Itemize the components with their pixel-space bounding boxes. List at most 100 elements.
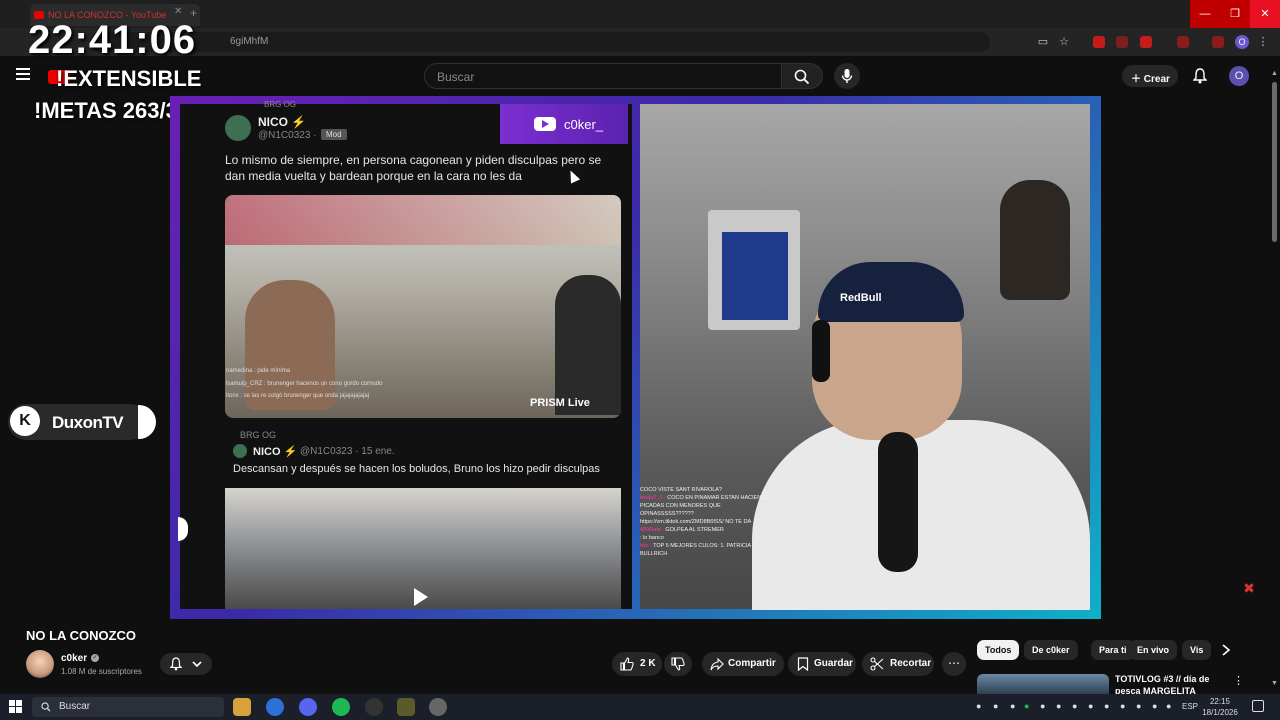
dislike-button[interactable] bbox=[664, 652, 692, 676]
discord-icon[interactable] bbox=[299, 698, 317, 716]
microphone-icon bbox=[841, 69, 853, 83]
voice-search-button[interactable] bbox=[834, 63, 860, 89]
share-icon bbox=[710, 657, 724, 671]
tray-icon[interactable]: ● bbox=[993, 701, 998, 711]
save-button[interactable]: Guardar bbox=[788, 652, 856, 676]
subscription-button[interactable] bbox=[160, 653, 212, 675]
widget-name: DuxonTV bbox=[52, 413, 124, 432]
window-minimize-button[interactable]: — bbox=[1190, 0, 1220, 28]
channel-name[interactable]: c0ker bbox=[61, 653, 87, 664]
hamburger-menu-icon[interactable] bbox=[16, 68, 30, 80]
file-explorer-icon[interactable] bbox=[233, 698, 251, 716]
spotify-icon[interactable] bbox=[332, 698, 350, 716]
create-button[interactable]: ＋ Crear bbox=[1122, 65, 1178, 87]
chevron-right-icon[interactable] bbox=[1221, 644, 1231, 656]
taskbar-search[interactable]: Buscar bbox=[32, 697, 224, 717]
chip-todos[interactable]: Todos bbox=[977, 640, 1020, 660]
widget-end-cap bbox=[138, 405, 156, 439]
channel-avatar[interactable] bbox=[26, 650, 54, 678]
chip-vistos[interactable]: Vis bbox=[1182, 640, 1212, 660]
tray-icon[interactable]: ● bbox=[1120, 701, 1125, 711]
notifications-bell-icon[interactable] bbox=[1192, 68, 1208, 84]
streamer-body bbox=[752, 420, 1090, 610]
verified-check-icon: ✓ bbox=[91, 654, 99, 662]
more-actions-button[interactable]: ⋯ bbox=[942, 652, 966, 676]
media-chat-line: ltonx : se las re colgó brunenger que on… bbox=[226, 393, 370, 399]
chat-line: https://vm.tiktok.com/ZMD8B6fSS/ NO TE D… bbox=[640, 518, 770, 526]
tray-icon[interactable]: ● bbox=[976, 701, 981, 711]
kebab-menu-icon[interactable]: ⋮ bbox=[1233, 674, 1244, 687]
app-icon[interactable] bbox=[397, 698, 415, 716]
search-input[interactable]: Buscar bbox=[424, 63, 782, 89]
network-icon[interactable]: ● bbox=[1136, 701, 1141, 711]
tab-close-icon[interactable]: ✕ bbox=[174, 6, 182, 17]
scrollbar-thumb[interactable] bbox=[1272, 82, 1277, 242]
tweet2-org-label: BRG OG bbox=[240, 430, 277, 440]
extension-icon[interactable] bbox=[1140, 36, 1152, 48]
extension-icon[interactable] bbox=[1116, 36, 1128, 48]
tweet-text: Lo mismo de siempre, en persona cagonean… bbox=[225, 153, 602, 183]
share-button[interactable]: Compartir bbox=[702, 652, 784, 676]
scroll-down-icon[interactable]: ▼ bbox=[1271, 680, 1278, 687]
language-indicator[interactable]: ESP bbox=[1182, 702, 1198, 711]
chip-en-vivo[interactable]: En vivo bbox=[1129, 640, 1178, 660]
account-avatar[interactable]: O bbox=[1229, 66, 1249, 86]
tweet2-text: Descansan y después se hacen los boludos… bbox=[233, 463, 600, 475]
tray-icon[interactable]: ● bbox=[1072, 701, 1077, 711]
media-roof bbox=[225, 195, 621, 245]
taskbar-clock[interactable]: 22:15 18/1/2026 bbox=[1200, 696, 1240, 718]
bookmark-star-icon[interactable]: ☆ bbox=[1057, 35, 1071, 49]
extension-icon[interactable] bbox=[1093, 36, 1105, 48]
window-close-button[interactable]: ✕ bbox=[1250, 0, 1280, 28]
tray-icon[interactable]: ● bbox=[1088, 701, 1093, 711]
extension-icon[interactable] bbox=[1212, 36, 1224, 48]
search-button[interactable] bbox=[781, 63, 823, 89]
plus-icon: ＋ bbox=[1131, 74, 1144, 85]
tray-icon[interactable]: ● bbox=[1104, 701, 1109, 711]
play-icon[interactable] bbox=[414, 588, 428, 606]
address-bar[interactable]: 6giMhfM bbox=[90, 32, 990, 52]
chip-de-c0ker[interactable]: De c0ker bbox=[1024, 640, 1078, 660]
chat-line: COCO VISTE SANT RIVAROLA? bbox=[640, 486, 770, 494]
tray-icon[interactable]: ● bbox=[1152, 701, 1157, 711]
media-chat-line: namedina : pide mínima bbox=[226, 368, 291, 374]
subscriber-count: 1.08 M de suscriptores bbox=[61, 667, 142, 676]
like-button[interactable]: 2 K bbox=[612, 652, 662, 676]
tray-icon[interactable]: ● bbox=[1056, 701, 1061, 711]
recommended-video-thumbnail[interactable] bbox=[977, 674, 1109, 694]
windows-start-icon[interactable] bbox=[9, 700, 22, 713]
cast-icon[interactable]: ▭ bbox=[1036, 35, 1050, 49]
notification-center-icon[interactable] bbox=[1252, 700, 1264, 712]
address-bar-text: 6giMhfM bbox=[230, 36, 269, 47]
tweet-org-label: BRG OG bbox=[264, 100, 297, 109]
chip-para-ti[interactable]: Para ti bbox=[1091, 640, 1135, 660]
extension-overlay-icon[interactable]: ✖ bbox=[1241, 580, 1257, 596]
tweet2-meta: @N1C0323 · 15 ene. bbox=[300, 446, 395, 457]
streamer-tag-label: c0ker_ bbox=[564, 117, 604, 132]
extension-icon[interactable] bbox=[1177, 36, 1189, 48]
prism-live-label: PRISM Live bbox=[530, 397, 590, 409]
microphone-tray-icon[interactable]: ● bbox=[1040, 701, 1045, 711]
app-icon[interactable] bbox=[429, 698, 447, 716]
recommendation-chips: Todos De c0ker Para ti En vivo Vis bbox=[976, 640, 1216, 662]
chat-line: 489Rafa : GOLPEA AL STREMER bbox=[640, 526, 770, 534]
obs-icon[interactable] bbox=[365, 698, 383, 716]
scroll-up-icon[interactable]: ▲ bbox=[1271, 70, 1278, 77]
like-count: 2 K bbox=[640, 658, 656, 669]
scissors-icon bbox=[870, 657, 884, 671]
chat-user: 489Rafa : bbox=[640, 527, 664, 533]
spotify-tray-icon[interactable]: ● bbox=[1024, 701, 1029, 711]
chat-line: : lo banco bbox=[640, 534, 770, 542]
browser-profile-avatar[interactable]: O bbox=[1235, 35, 1249, 49]
chat-message: https://vm.tiktok.com/ZMD8B6fSS/ NO TE D… bbox=[640, 519, 752, 525]
chat-user: lolo : bbox=[640, 543, 652, 549]
overlay-extensible: !EXTENSIBLE bbox=[56, 66, 202, 91]
tweet-avatar bbox=[225, 115, 251, 141]
volume-icon[interactable]: ● bbox=[1166, 701, 1171, 711]
chrome-icon[interactable] bbox=[266, 698, 284, 716]
thumbs-down-icon bbox=[671, 657, 685, 671]
tray-icon[interactable]: ● bbox=[1010, 701, 1015, 711]
window-maximize-button[interactable]: ❐ bbox=[1220, 0, 1250, 28]
clip-button[interactable]: Recortar bbox=[862, 652, 934, 676]
kebab-menu-icon[interactable]: ⋮ bbox=[1256, 35, 1270, 49]
